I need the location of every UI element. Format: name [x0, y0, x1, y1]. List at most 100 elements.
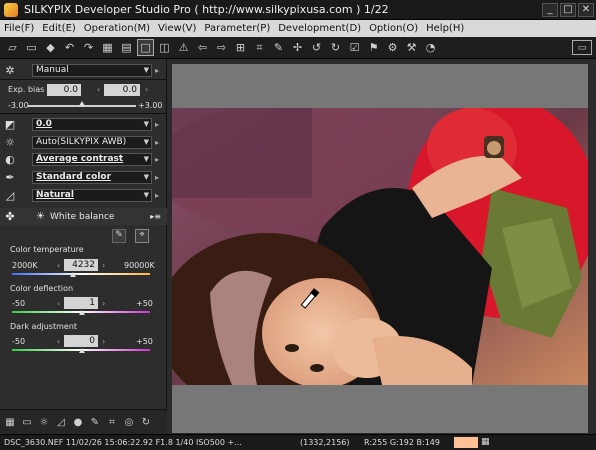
menu-parameter[interactable]: Parameter(P): [200, 23, 274, 34]
next-image-icon[interactable]: ⇨: [213, 39, 230, 56]
wb-panel-header: ✤ ☀ White balance ▸≡: [0, 208, 167, 225]
window-controls: _ □ ✕: [542, 3, 594, 17]
wb-picker-icon[interactable]: ✎: [112, 229, 126, 243]
minimize-button[interactable]: _: [542, 3, 558, 17]
comment-icon[interactable]: ▭: [20, 415, 34, 429]
wb-panel-title: White balance: [49, 211, 115, 222]
expand-icon[interactable]: ▸: [155, 66, 159, 75]
preset-value: Manual: [36, 64, 69, 75]
tools-icon[interactable]: ⚙: [384, 39, 401, 56]
clock-icon[interactable]: ◔: [422, 39, 439, 56]
increase-icon[interactable]: ›: [102, 337, 105, 346]
gear-icon: ✲: [5, 63, 15, 77]
brush-icon[interactable]: ✎: [270, 39, 287, 56]
wb-eyedropper-icon[interactable]: ⌖: [135, 229, 149, 243]
dark-adj-input[interactable]: 0: [64, 335, 98, 347]
exp-bias-fine-input[interactable]: 0.0: [104, 84, 140, 96]
menu-file[interactable]: File(F): [0, 23, 38, 34]
color-temp-input[interactable]: 4232: [64, 259, 98, 271]
grid-icon[interactable]: ⊞: [232, 39, 249, 56]
menu-view[interactable]: View(V): [154, 23, 200, 34]
image-viewer[interactable]: [172, 64, 588, 433]
menu-help[interactable]: Help(H): [422, 23, 468, 34]
increase-icon[interactable]: ›: [102, 299, 105, 308]
expand-icon[interactable]: ▸: [155, 138, 159, 147]
color-dropdown[interactable]: Standard color ▼: [32, 170, 152, 184]
menu-operation[interactable]: Operation(M): [80, 23, 154, 34]
filmstrip-view-icon[interactable]: ▤: [118, 39, 135, 56]
menu-edit[interactable]: Edit(E): [38, 23, 80, 34]
sharpness-dropdown[interactable]: Natural ▼: [32, 188, 152, 202]
open-file-icon[interactable]: ▭: [23, 39, 40, 56]
close-button[interactable]: ✕: [578, 3, 594, 17]
hammer-icon[interactable]: ⚒: [403, 39, 420, 56]
wb-mode-dropdown[interactable]: Auto(SILKYPIX AWB) ▼: [32, 135, 152, 149]
contrast-icon: ◐: [5, 152, 15, 166]
single-view-icon[interactable]: □: [137, 39, 154, 56]
warning-icon[interactable]: ⚠: [175, 39, 192, 56]
menu-bar: File(F) Edit(E) Operation(M) View(V) Par…: [0, 20, 596, 37]
contrast-value: Average contrast: [36, 153, 124, 164]
tag-icon[interactable]: ⚑: [365, 39, 382, 56]
display-icon[interactable]: ▭: [572, 40, 592, 55]
wb-icon: ☼: [5, 135, 15, 149]
sphere-icon[interactable]: ●: [71, 415, 85, 429]
sample-icon[interactable]: ▦: [481, 437, 490, 447]
redo-icon[interactable]: ↷: [80, 39, 97, 56]
mark-icon[interactable]: ☑: [346, 39, 363, 56]
exp-bias-input[interactable]: 0.0: [47, 84, 81, 96]
dark-adj-min: -50: [12, 337, 26, 346]
toolbar: ▱ ▭ ◆ ↶ ↷ ▦ ▤ □ ◫ ⚠ ⇦ ⇨ ⊞ ⌗ ✎ ✢ ↺ ↻ ☑ ⚑ …: [0, 37, 596, 59]
tone-row: ◩ 0.0 ▼ ▸: [0, 116, 167, 132]
increase-icon[interactable]: ›: [102, 261, 105, 270]
expand-icon[interactable]: ▸: [155, 120, 159, 129]
wb-mode-value: Auto(SILKYPIX AWB): [36, 136, 127, 147]
decrease-icon[interactable]: ‹: [57, 299, 60, 308]
window-title: SILKYPIX Developer Studio Pro ( http://w…: [24, 3, 389, 16]
transform-icon[interactable]: ⌗: [105, 415, 119, 429]
crop-icon[interactable]: ⌗: [251, 39, 268, 56]
lens-icon[interactable]: ◎: [122, 415, 136, 429]
develop-icon[interactable]: ◆: [42, 39, 59, 56]
maximize-button[interactable]: □: [560, 3, 576, 17]
expand-icon[interactable]: ▸: [155, 155, 159, 164]
dark-adj-max: +50: [136, 337, 153, 346]
decrease-icon[interactable]: ‹: [57, 337, 60, 346]
dark-adj-label: Dark adjustment: [10, 322, 78, 331]
open-folder-icon[interactable]: ▱: [4, 39, 21, 56]
status-bar: DSC_3630.NEF 11/02/26 15:06:22.92 F1.8 1…: [0, 434, 596, 450]
rgb-readout: R:255 G:192 B:149: [364, 438, 440, 447]
rotate-left-icon[interactable]: ↺: [308, 39, 325, 56]
curve-icon[interactable]: ◿: [54, 415, 68, 429]
menu-development[interactable]: Development(D): [274, 23, 365, 34]
film-icon[interactable]: ▦: [3, 415, 17, 429]
expand-icon[interactable]: ▸: [155, 191, 159, 200]
dropper-icon: ✒: [5, 170, 15, 184]
preset-dropdown[interactable]: Manual ▼: [32, 63, 152, 77]
pen-icon[interactable]: ✎: [88, 415, 102, 429]
photo-preview[interactable]: [172, 108, 588, 385]
sun-icon[interactable]: ☼: [37, 415, 51, 429]
spot-icon[interactable]: ✢: [289, 39, 306, 56]
undo-icon[interactable]: ↶: [61, 39, 78, 56]
menu-option[interactable]: Option(O): [365, 23, 422, 34]
contrast-dropdown[interactable]: Average contrast ▼: [32, 152, 152, 166]
panel-menu-icon[interactable]: ▸≡: [150, 212, 161, 221]
tone-dropdown[interactable]: 0.0 ▼: [32, 117, 152, 131]
compare-view-icon[interactable]: ◫: [156, 39, 173, 56]
decrease-icon[interactable]: ‹: [57, 261, 60, 270]
color-temp-thumb[interactable]: [70, 272, 76, 277]
color-defl-thumb[interactable]: [79, 310, 85, 315]
color-defl-input[interactable]: 1: [64, 297, 98, 309]
expand-icon[interactable]: ▸: [155, 173, 159, 182]
control-panel: ✲ Manual ▼ ▸ Exp. bias 0.0 ‹ 0.0 › -3.00…: [0, 59, 167, 434]
refresh-icon[interactable]: ↻: [139, 415, 153, 429]
exp-bias-thumb[interactable]: [79, 101, 85, 106]
prev-image-icon[interactable]: ⇦: [194, 39, 211, 56]
decrease-icon[interactable]: ‹: [97, 85, 100, 94]
rotate-right-icon[interactable]: ↻: [327, 39, 344, 56]
increase-icon[interactable]: ›: [145, 85, 148, 94]
thumbnail-view-icon[interactable]: ▦: [99, 39, 116, 56]
color-temp-slider[interactable]: [12, 273, 150, 275]
dark-adj-thumb[interactable]: [79, 348, 85, 353]
